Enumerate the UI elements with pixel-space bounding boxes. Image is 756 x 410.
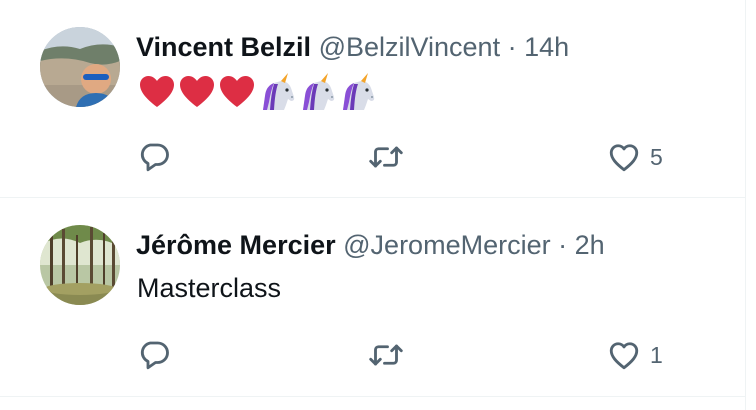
heart-outline-icon [609,144,639,172]
tweet-text: Masterclass [137,273,282,303]
reply-button[interactable] [136,137,180,177]
like-button[interactable]: 5 [606,137,663,177]
tweet[interactable]: Vincent Belzil @BelzilVincent · 14h 5 [0,0,745,198]
avatar[interactable] [40,27,120,107]
tweet-header: Vincent Belzil @BelzilVincent · 14h [136,29,569,65]
like-count: 5 [650,143,663,170]
retweet-arrows-icon [369,146,403,168]
red-heart-icon [140,76,174,107]
retweet-arrows-icon [369,344,403,366]
tweet-header: Jérôme Mercier @JeromeMercier · 2h [136,227,605,263]
unicorn-icon [303,73,335,110]
unicorn-icon [263,73,295,110]
red-heart-icon [220,76,254,107]
reply-bubble-icon [140,143,169,172]
reply-bubble-icon [140,341,169,370]
handle[interactable]: @BelzilVincent [319,32,501,62]
unicorn-icon [343,73,375,110]
tweet-actions: 1 [136,335,676,375]
like-button[interactable]: 1 [606,335,663,375]
heart-outline-icon [609,342,639,370]
retweet-button[interactable] [368,335,412,375]
timestamp[interactable]: 2h [575,230,605,260]
retweet-button[interactable] [368,137,412,177]
handle[interactable]: @JeromeMercier [343,230,550,260]
timestamp[interactable]: 14h [524,32,569,62]
avatar-photo [40,225,120,305]
reply-button[interactable] [136,335,180,375]
reply-thread: Vincent Belzil @BelzilVincent · 14h 5 Jé… [0,0,746,410]
separator: · [558,230,568,260]
display-name[interactable]: Vincent Belzil [136,32,311,62]
avatar[interactable] [40,225,120,305]
tweet-text [137,72,377,112]
tweet[interactable]: Jérôme Mercier @JeromeMercier · 2h Maste… [0,198,745,397]
tweet-actions: 5 [136,137,676,177]
red-heart-icon [180,76,214,107]
like-count: 1 [650,341,663,368]
avatar-photo [40,27,120,107]
separator: · [507,32,517,62]
display-name[interactable]: Jérôme Mercier [136,230,336,260]
